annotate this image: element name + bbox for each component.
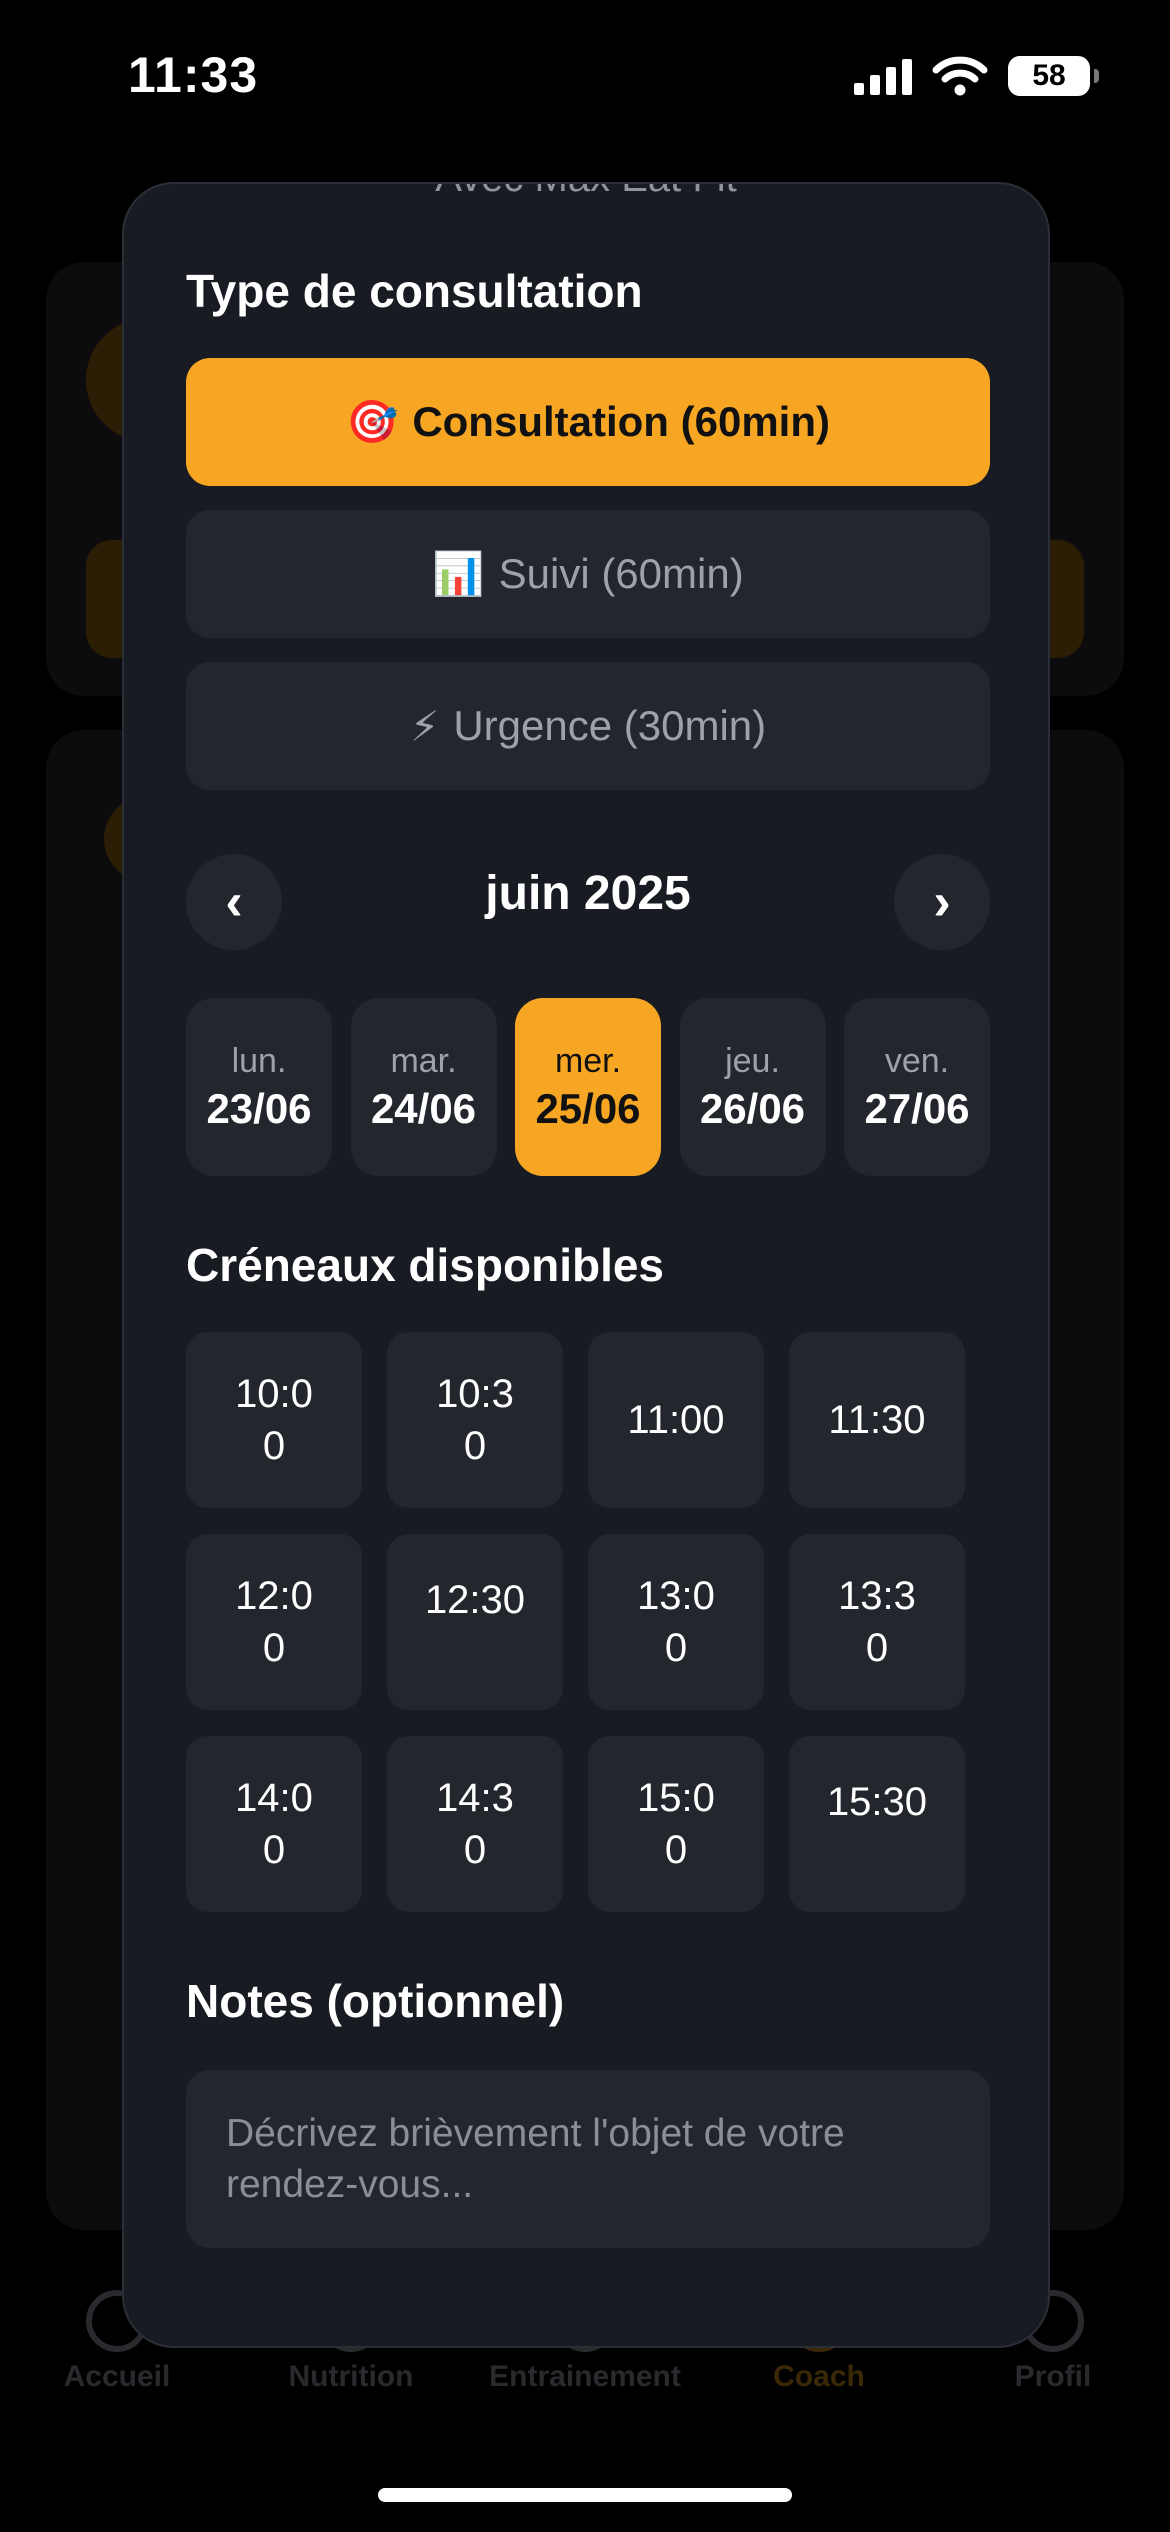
day-name: mar. (390, 1041, 457, 1080)
month-label: juin 2025 (485, 867, 691, 920)
day-option[interactable]: ven. 27/06 (844, 998, 990, 1176)
day-date: 24/06 (370, 1084, 477, 1132)
chevron-right-icon: › (933, 873, 951, 931)
day-option-selected[interactable]: mer. 25/06 (515, 998, 661, 1176)
day-option[interactable]: mar. 24/06 (350, 998, 497, 1176)
modal-subtitle: Avec Max Eat Fit (124, 184, 1048, 201)
cellular-signal-icon (854, 57, 912, 95)
time-slot[interactable]: 13:30 (789, 1534, 965, 1710)
day-date: 27/06 (864, 1084, 970, 1132)
day-date: 25/06 (535, 1084, 641, 1132)
next-month-button[interactable]: › (894, 854, 990, 950)
day-date: 23/06 (206, 1084, 312, 1132)
day-name: jeu. (725, 1041, 780, 1080)
time-slot[interactable]: 13:00 (588, 1534, 764, 1710)
notes-field[interactable]: Décrivez brièvement l'objet de votre ren… (186, 2070, 990, 2248)
notes-title: Notes (optionnel) (186, 1975, 565, 2027)
time-slot[interactable]: 14:30 (387, 1736, 563, 1912)
time-slot[interactable]: 15:00 (588, 1736, 764, 1912)
day-name: lun. (231, 1041, 287, 1080)
type-option-label: Urgence (30min) (453, 702, 767, 749)
time-slot[interactable]: 10:00 (186, 1332, 362, 1508)
time-slot-grid: 10:00 10:30 11:00 11:30 12:00 12:30 13:0… (186, 1332, 966, 1912)
type-option-suivi[interactable]: 📊 Suivi (60min) (186, 510, 990, 638)
time-slot[interactable]: 15:30 (789, 1736, 965, 1912)
bar-chart-icon: 📊 (432, 549, 485, 598)
time-slot[interactable]: 12:30 (387, 1534, 563, 1710)
day-option[interactable]: jeu. 26/06 (679, 998, 826, 1176)
month-navigation: ‹ juin 2025 › (186, 854, 990, 950)
day-date: 26/06 (699, 1084, 806, 1132)
status-time: 11:33 (128, 47, 259, 103)
time-slot[interactable]: 11:30 (789, 1332, 965, 1508)
type-option-label: Consultation (60min) (412, 398, 830, 445)
consultation-type-title: Type de consultation (186, 265, 643, 317)
type-option-consultation[interactable]: 🎯 Consultation (60min) (186, 358, 990, 486)
type-option-label: Suivi (60min) (498, 550, 744, 597)
lightning-icon: ⚡ (409, 701, 440, 751)
slots-title: Créneaux disponibles (186, 1239, 665, 1291)
day-option[interactable]: lun. 23/06 (186, 998, 332, 1176)
wifi-icon (932, 56, 988, 96)
time-slot[interactable]: 14:00 (186, 1736, 362, 1912)
booking-modal: Avec Max Eat Fit Type de consultation 🎯 … (122, 182, 1050, 2348)
time-slot[interactable]: 10:30 (387, 1332, 563, 1508)
day-name: ven. (884, 1041, 950, 1080)
status-icons: 58 (854, 56, 1099, 96)
day-name: mer. (554, 1041, 622, 1080)
battery-icon: 58 (1008, 56, 1099, 96)
time-slot[interactable]: 12:00 (186, 1534, 362, 1710)
type-option-urgence[interactable]: ⚡ Urgence (30min) (186, 662, 990, 790)
time-slot[interactable]: 11:00 (588, 1332, 764, 1508)
home-indicator[interactable] (378, 2488, 792, 2502)
target-icon: 🎯 (346, 397, 399, 446)
day-selector: lun. 23/06 mar. 24/06 mer. 25/06 jeu. 26/06 … (186, 998, 990, 1176)
